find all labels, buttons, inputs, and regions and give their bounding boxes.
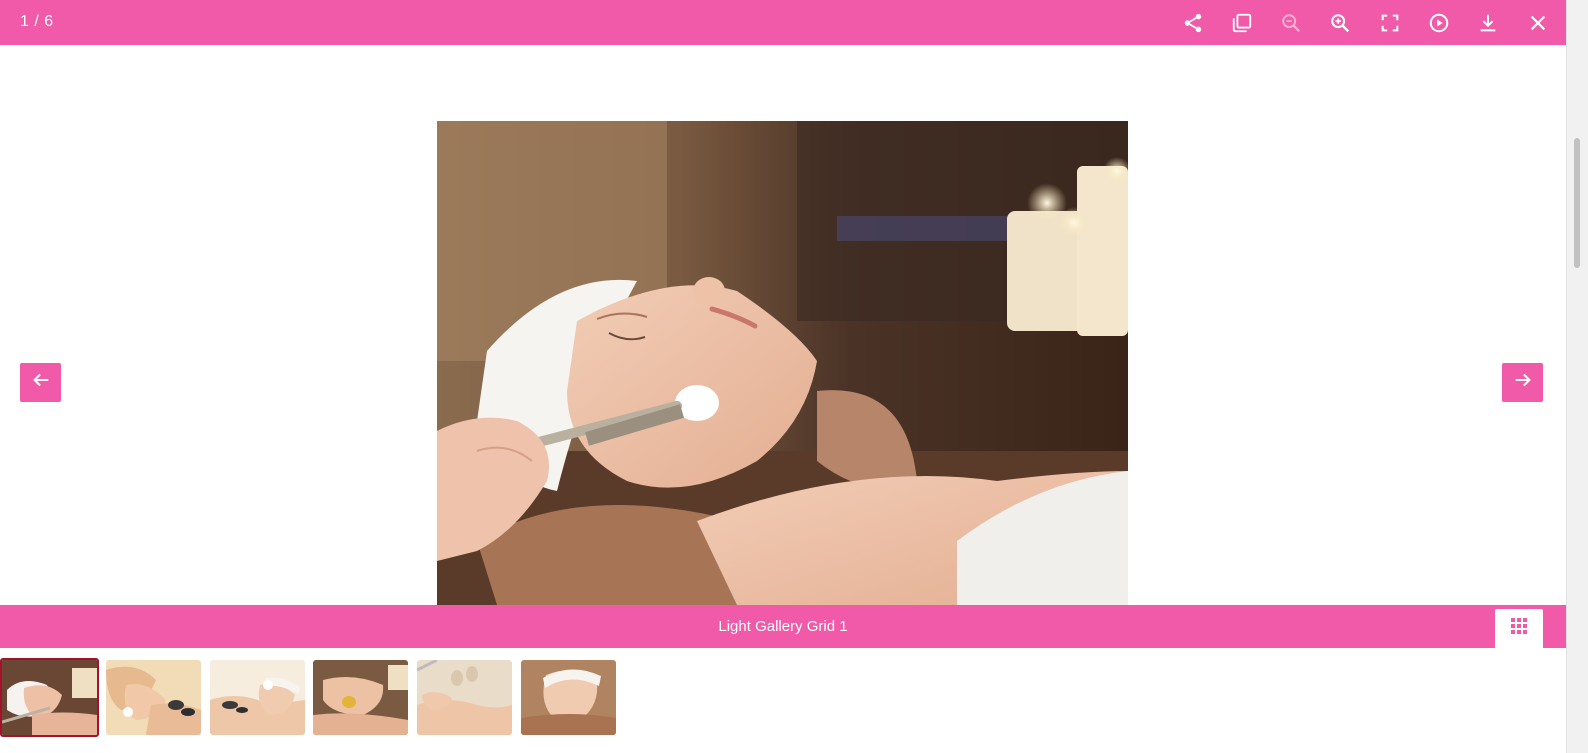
share-icon [1182, 12, 1204, 34]
scrollbar-thumb[interactable] [1574, 138, 1580, 268]
thumbnail-5[interactable] [417, 660, 512, 735]
fullscreen-icon [1379, 12, 1401, 34]
thumbnail-3[interactable] [210, 660, 305, 735]
download-icon [1477, 12, 1499, 34]
thumbnail-toggle-button[interactable] [1495, 609, 1543, 648]
fullscreen-button[interactable] [1377, 10, 1403, 36]
main-image [437, 121, 1128, 605]
thumbnail-6[interactable] [521, 660, 616, 735]
play-icon [1428, 12, 1450, 34]
caption-bar: Light Gallery Grid 1 [0, 605, 1566, 648]
thumbnail-strip [0, 648, 1566, 753]
next-button[interactable] [1502, 363, 1543, 402]
thumbnail-2[interactable] [106, 660, 201, 735]
share-button[interactable] [1180, 10, 1206, 36]
previous-button[interactable] [20, 363, 61, 402]
close-button[interactable] [1525, 10, 1551, 36]
thumbnail-1[interactable] [0, 658, 99, 737]
arrow-right-icon [1512, 369, 1534, 396]
slide-counter: 1 / 6 [20, 13, 54, 30]
arrow-left-icon [30, 369, 52, 396]
autoplay-button[interactable] [1426, 10, 1452, 36]
zoom-in-button[interactable] [1327, 10, 1353, 36]
page-scrollbar[interactable] [1566, 0, 1588, 753]
download-button[interactable] [1475, 10, 1501, 36]
thumbnail-4[interactable] [313, 660, 408, 735]
zoom-out-icon [1280, 12, 1302, 34]
zoom-in-icon [1329, 12, 1351, 34]
actual-size-button[interactable] [1229, 10, 1255, 36]
zoom-out-button[interactable] [1278, 10, 1304, 36]
close-icon [1527, 12, 1549, 34]
lightbox-toolbar: 1 / 6 [0, 0, 1566, 45]
grid-icon [1510, 617, 1528, 640]
image-caption: Light Gallery Grid 1 [718, 618, 848, 635]
copy-icon [1231, 12, 1253, 34]
lightbox: 1 / 6 Light Gallery Grid 1 [0, 0, 1588, 753]
